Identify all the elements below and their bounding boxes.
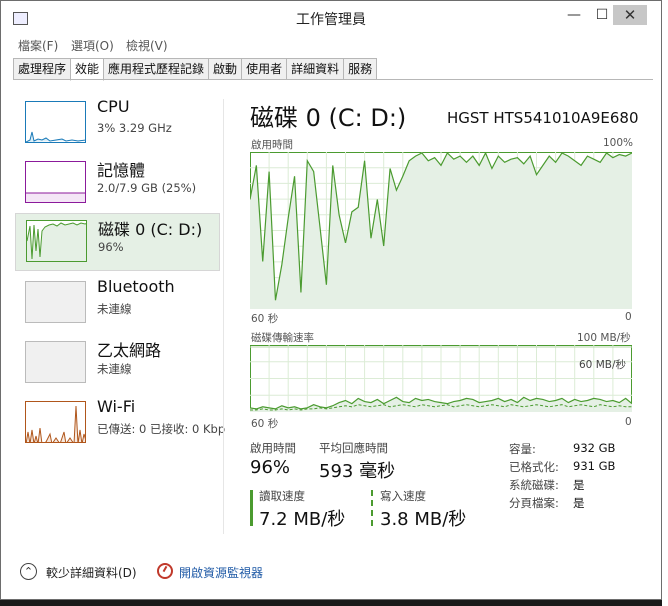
transfer-chart-x-right: 0 <box>625 416 632 428</box>
tab-services[interactable]: 服務 <box>343 58 378 80</box>
minimize-button[interactable]: — <box>563 5 585 25</box>
active-time-graph <box>250 152 632 309</box>
disk-model: HGST HTS541010A9E680 <box>447 109 639 127</box>
sidebar-item-subtitle: 已傳送: 0 已接收: 0 Kbp <box>97 422 226 436</box>
transfer-chart-ref: 60 MB/秒 <box>579 359 626 371</box>
footer: ⌃ 較少詳細資料(D) 開啟資源監視器 <box>1 557 661 587</box>
cpu-thumbnail-graph <box>25 101 86 143</box>
chevron-up-icon[interactable]: ⌃ <box>20 563 37 580</box>
read-speed-label: 讀取速度 <box>259 489 305 503</box>
sidebar-item-title: 磁碟 0 (C: D:) <box>98 220 203 239</box>
capacity-label: 容量: <box>509 442 536 456</box>
tab-strip: 處理程序 效能 應用程式歷程記錄 啟動 使用者 詳細資料 服務 <box>13 58 378 81</box>
menu-file[interactable]: 檔案(F) <box>18 37 58 54</box>
sidebar-item-subtitle: 2.0/7.9 GB (25%) <box>97 181 197 195</box>
tab-divider <box>13 79 653 80</box>
close-button[interactable]: ✕ <box>613 5 647 25</box>
avg-response-label: 平均回應時間 <box>319 441 388 455</box>
sidebar-item-cpu[interactable]: CPU 3% 3.29 GHz <box>15 95 220 153</box>
page-file-value: 是 <box>573 496 585 510</box>
formatted-label: 已格式化: <box>509 460 559 474</box>
background-window-strip <box>662 0 668 606</box>
sidebar-item-title: 記憶體 <box>97 161 146 180</box>
title-bar: 工作管理員 — ☐ ✕ <box>1 1 661 35</box>
task-manager-window: 工作管理員 — ☐ ✕ 檔案(F) 選項(O) 檢視(V) 處理程序 效能 應用… <box>0 0 662 600</box>
tab-processes[interactable]: 處理程序 <box>13 58 72 80</box>
wifi-thumbnail-graph <box>25 401 86 443</box>
pane-separator <box>223 99 224 534</box>
sidebar-item-memory[interactable]: 記憶體 2.0/7.9 GB (25%) <box>15 155 220 213</box>
sidebar-item-bluetooth[interactable]: Bluetooth 未連線 <box>15 275 220 333</box>
transfer-chart-x-left: 60 秒 <box>251 418 279 430</box>
active-time-area <box>250 153 632 309</box>
ethernet-thumbnail-graph <box>25 341 86 383</box>
read-speed-value: 7.2 MB/秒 <box>259 509 346 530</box>
tab-users[interactable]: 使用者 <box>241 58 288 80</box>
open-resource-monitor-link[interactable]: 開啟資源監視器 <box>179 564 263 581</box>
write-speed-value: 3.8 MB/秒 <box>380 509 467 530</box>
page-file-label: 分頁檔案: <box>509 496 559 510</box>
sidebar-item-title: Wi-Fi <box>97 397 136 416</box>
active-time-chart-label: 啟用時間 <box>251 139 293 151</box>
maximize-button[interactable]: ☐ <box>591 5 613 25</box>
tab-details[interactable]: 詳細資料 <box>286 58 345 80</box>
transfer-chart-max: 100 MB/秒 <box>577 332 631 344</box>
disk-thumbnail-graph <box>26 220 87 262</box>
disk-title: 磁碟 0 (C: D:) <box>250 104 407 132</box>
sidebar-item-subtitle: 未連線 <box>97 362 132 376</box>
sidebar-item-title: CPU <box>97 97 130 116</box>
window-title: 工作管理員 <box>296 12 366 28</box>
transfer-chart-label: 磁碟傳輸速率 <box>251 332 314 344</box>
sidebar-item-disk-0[interactable]: 磁碟 0 (C: D:) 96% <box>15 213 220 271</box>
capacity-value: 932 GB <box>573 441 616 455</box>
active-time-chart-x-right: 0 <box>625 311 632 323</box>
tab-startup[interactable]: 啟動 <box>208 58 243 80</box>
sidebar-item-subtitle: 3% 3.29 GHz <box>97 121 172 135</box>
active-time-value: 96% <box>250 457 291 478</box>
resource-list: CPU 3% 3.29 GHz 記憶體 2.0/7.9 GB (25%) 磁碟 … <box>15 95 225 455</box>
read-speed-indicator <box>250 490 253 526</box>
memory-thumbnail-graph <box>25 161 86 203</box>
fewer-details-button[interactable]: 較少詳細資料(D) <box>46 564 137 581</box>
tab-performance[interactable]: 效能 <box>70 58 105 81</box>
system-disk-value: 是 <box>573 478 585 492</box>
transfer-rate-graph <box>250 345 632 412</box>
bluetooth-thumbnail-graph <box>25 281 86 323</box>
menu-bar: 檔案(F) 選項(O) 檢視(V) <box>1 35 661 55</box>
write-speed-label: 寫入速度 <box>380 489 426 503</box>
active-time-chart-x-left: 60 秒 <box>251 313 279 325</box>
sidebar-item-title: Bluetooth <box>97 277 175 296</box>
menu-options[interactable]: 選項(O) <box>71 37 114 54</box>
sidebar-item-subtitle: 96% <box>98 240 124 254</box>
sidebar-item-wifi[interactable]: Wi-Fi 已傳送: 0 已接收: 0 Kbp <box>15 395 225 453</box>
sidebar-item-title: 乙太網路 <box>97 341 162 360</box>
sidebar-item-ethernet[interactable]: 乙太網路 未連線 <box>15 335 220 393</box>
active-time-chart-max: 100% <box>603 137 634 149</box>
avg-response-value: 593 毫秒 <box>319 461 396 482</box>
active-time-label: 啟用時間 <box>250 441 296 455</box>
system-disk-label: 系統磁碟: <box>509 478 559 492</box>
menu-view[interactable]: 檢視(V) <box>126 37 168 54</box>
tab-app-history[interactable]: 應用程式歷程記錄 <box>103 58 210 80</box>
sidebar-item-subtitle: 未連線 <box>97 302 132 316</box>
resource-monitor-icon[interactable] <box>157 563 173 579</box>
formatted-value: 931 GB <box>573 459 616 473</box>
write-speed-indicator <box>371 490 374 526</box>
